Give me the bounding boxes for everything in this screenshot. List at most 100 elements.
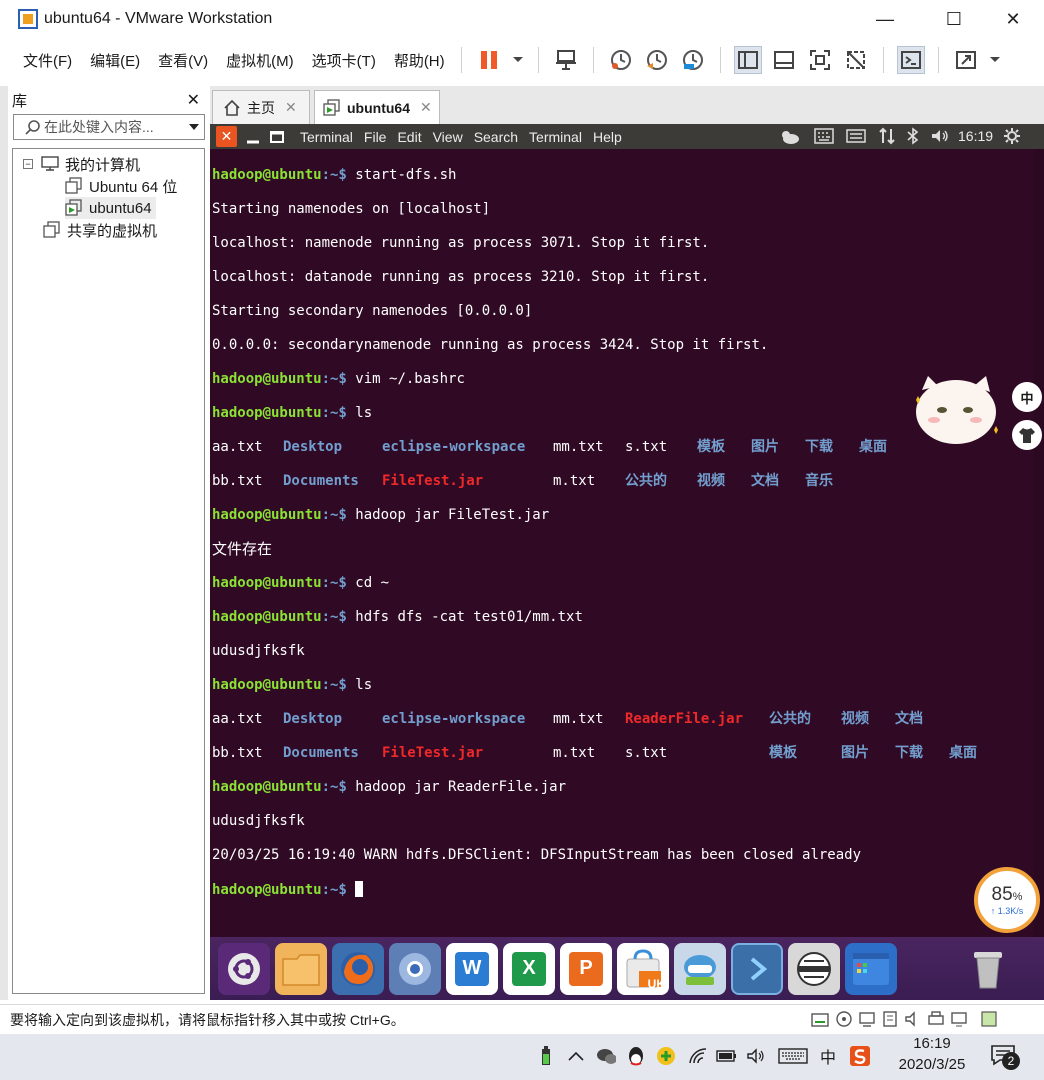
wechat-tray-icon[interactable]	[596, 1046, 616, 1066]
touch-keyboard-button[interactable]	[778, 1046, 808, 1066]
terminal-line: hadoop@ubuntu:~$ hadoop jar ReaderFile.j…	[212, 779, 1034, 796]
dock-software-center[interactable]: UK	[617, 942, 669, 995]
uk-label: UK	[647, 976, 665, 991]
power-dropdown-button[interactable]	[511, 46, 525, 74]
keyboard-icon[interactable]	[814, 127, 834, 145]
close-button[interactable]: ✕	[990, 0, 1036, 38]
skin-float-button[interactable]	[1012, 420, 1042, 450]
dock-trash[interactable]	[962, 943, 1014, 995]
ppt-icon: P	[569, 951, 603, 986]
display-icon[interactable]	[950, 1010, 968, 1028]
power-tray-icon[interactable]	[716, 1046, 736, 1066]
360-tray-icon[interactable]	[656, 1046, 676, 1066]
sound-card-icon[interactable]	[904, 1010, 922, 1028]
dock-ubuntu-tweak[interactable]	[788, 942, 840, 995]
minimize-icon[interactable]	[246, 130, 260, 144]
tab-home[interactable]: 主页 ✕	[212, 90, 310, 124]
tree-shared-vms[interactable]: 共享的虚拟机	[43, 219, 157, 241]
dock-shield-app[interactable]	[674, 942, 726, 995]
weather-icon[interactable]	[778, 127, 800, 145]
ime-indicator[interactable]: 中	[818, 1046, 838, 1067]
dock-app-grid[interactable]	[845, 942, 897, 995]
minimize-button[interactable]: —	[862, 0, 908, 38]
ubuntu-menu-edit[interactable]: Edit	[397, 129, 421, 145]
console-view-button[interactable]	[896, 46, 925, 74]
ime-float-button[interactable]: 中	[1012, 382, 1042, 412]
ubuntu-menu-file[interactable]: File	[364, 129, 387, 145]
maximize-icon[interactable]	[270, 130, 284, 144]
sogou-tray-icon[interactable]	[850, 1046, 870, 1066]
battery-tray-icon[interactable]	[536, 1046, 556, 1066]
taskbar-clock[interactable]: 16:19 2020/3/25	[887, 1034, 977, 1080]
message-log-icon[interactable]	[980, 1010, 998, 1028]
settings-gear-icon[interactable]	[1003, 127, 1021, 145]
menu-vm[interactable]: 虚拟机(M)	[226, 50, 294, 71]
collapse-icon[interactable]: −	[23, 159, 33, 169]
keyboard-layout-icon[interactable]	[846, 127, 866, 145]
show-library-button[interactable]	[733, 46, 762, 74]
snapshot-button[interactable]	[607, 46, 635, 74]
snapshot-manager-button[interactable]	[679, 46, 707, 74]
ubuntu-menu-terminal[interactable]: Terminal	[300, 129, 353, 145]
terminal-scrollbar[interactable]	[1034, 149, 1044, 937]
revert-snapshot-button[interactable]	[643, 46, 671, 74]
stretch-guest-button[interactable]	[952, 46, 980, 74]
stretch-dropdown-button[interactable]	[988, 46, 1002, 74]
menu-edit[interactable]: 编辑(E)	[90, 50, 140, 71]
ubuntu-clock[interactable]: 16:19	[958, 128, 993, 144]
network-adapter-icon[interactable]	[858, 1010, 876, 1028]
network-transfer-icon[interactable]	[878, 127, 896, 145]
volume-tray-icon[interactable]	[746, 1046, 766, 1066]
ubuntu-menu-help[interactable]: Help	[593, 129, 622, 145]
bluetooth-icon[interactable]	[906, 127, 920, 145]
ubuntu-menu-view[interactable]: View	[433, 129, 463, 145]
library-scrollbar[interactable]	[0, 86, 8, 1000]
suspend-button[interactable]	[475, 46, 503, 74]
dock-chromium[interactable]	[389, 942, 441, 995]
ls-dir: Desktop	[283, 711, 343, 727]
usb-icon[interactable]	[881, 1010, 899, 1028]
menu-file[interactable]: 文件(F)	[23, 50, 72, 71]
tab-ubuntu64-close-button[interactable]: ✕	[420, 99, 432, 116]
full-screen-button[interactable]	[806, 46, 834, 74]
wifi-tray-icon[interactable]	[688, 1046, 708, 1066]
ubuntu-logo-icon	[228, 952, 260, 985]
tree-my-computer[interactable]: − 我的计算机	[23, 153, 140, 175]
menu-help[interactable]: 帮助(H)	[394, 50, 445, 71]
tree-vm-ubuntu64[interactable]: ubuntu64	[65, 197, 156, 219]
library-search-input[interactable]: 在此处键入内容...	[13, 114, 205, 140]
dock-ubuntu-launcher[interactable]	[218, 942, 270, 995]
maximize-button[interactable]: ☐	[931, 0, 977, 38]
ubuntu-menu-search[interactable]: Search	[474, 129, 518, 145]
show-thumbnail-bar-button[interactable]	[770, 46, 798, 74]
dock-wps-spreadsheet[interactable]: X	[503, 942, 555, 995]
dock-files[interactable]	[275, 942, 327, 995]
menu-tabs[interactable]: 选项卡(T)	[312, 50, 376, 71]
printer-icon[interactable]	[927, 1010, 945, 1028]
tree-vm-ubuntu64-wei[interactable]: Ubuntu 64 位	[65, 175, 177, 197]
send-ctrl-alt-del-button[interactable]	[552, 46, 580, 74]
terminal-close-button[interactable]: ✕	[216, 126, 237, 147]
tab-home-close-button[interactable]: ✕	[285, 99, 297, 116]
dock-wps-writer[interactable]: W	[446, 942, 498, 995]
tab-ubuntu64[interactable]: ubuntu64 ✕	[314, 90, 440, 124]
show-hidden-icons-button[interactable]	[566, 1046, 586, 1066]
search-dropdown-icon[interactable]	[188, 123, 200, 131]
terminal-output[interactable]: hadoop@ubuntu:~$ start-dfs.sh Starting n…	[210, 149, 1034, 937]
qq-tray-icon[interactable]	[626, 1046, 646, 1066]
firefox-icon	[341, 951, 375, 986]
dock-firefox[interactable]	[332, 942, 384, 995]
tab-home-label: 主页	[247, 99, 275, 116]
unity-button[interactable]	[842, 46, 870, 74]
ubuntu-menu-terminal-2[interactable]: Terminal	[529, 129, 582, 145]
menu-view[interactable]: 查看(V)	[158, 50, 208, 71]
volume-icon[interactable]	[930, 127, 950, 145]
hdd-icon[interactable]	[810, 1010, 830, 1028]
vm-console[interactable]: ✕ Terminal File Edit View Search Termina…	[210, 124, 1044, 1000]
cdrom-icon[interactable]	[835, 1010, 853, 1028]
network-speed-widget[interactable]: 85% ↑ 1.3K/s	[974, 867, 1040, 933]
action-center-button[interactable]: 2	[990, 1044, 1024, 1072]
library-close-button[interactable]: ✕	[187, 90, 200, 110]
dock-vscode[interactable]	[731, 942, 783, 995]
dock-wps-presentation[interactable]: P	[560, 942, 612, 995]
